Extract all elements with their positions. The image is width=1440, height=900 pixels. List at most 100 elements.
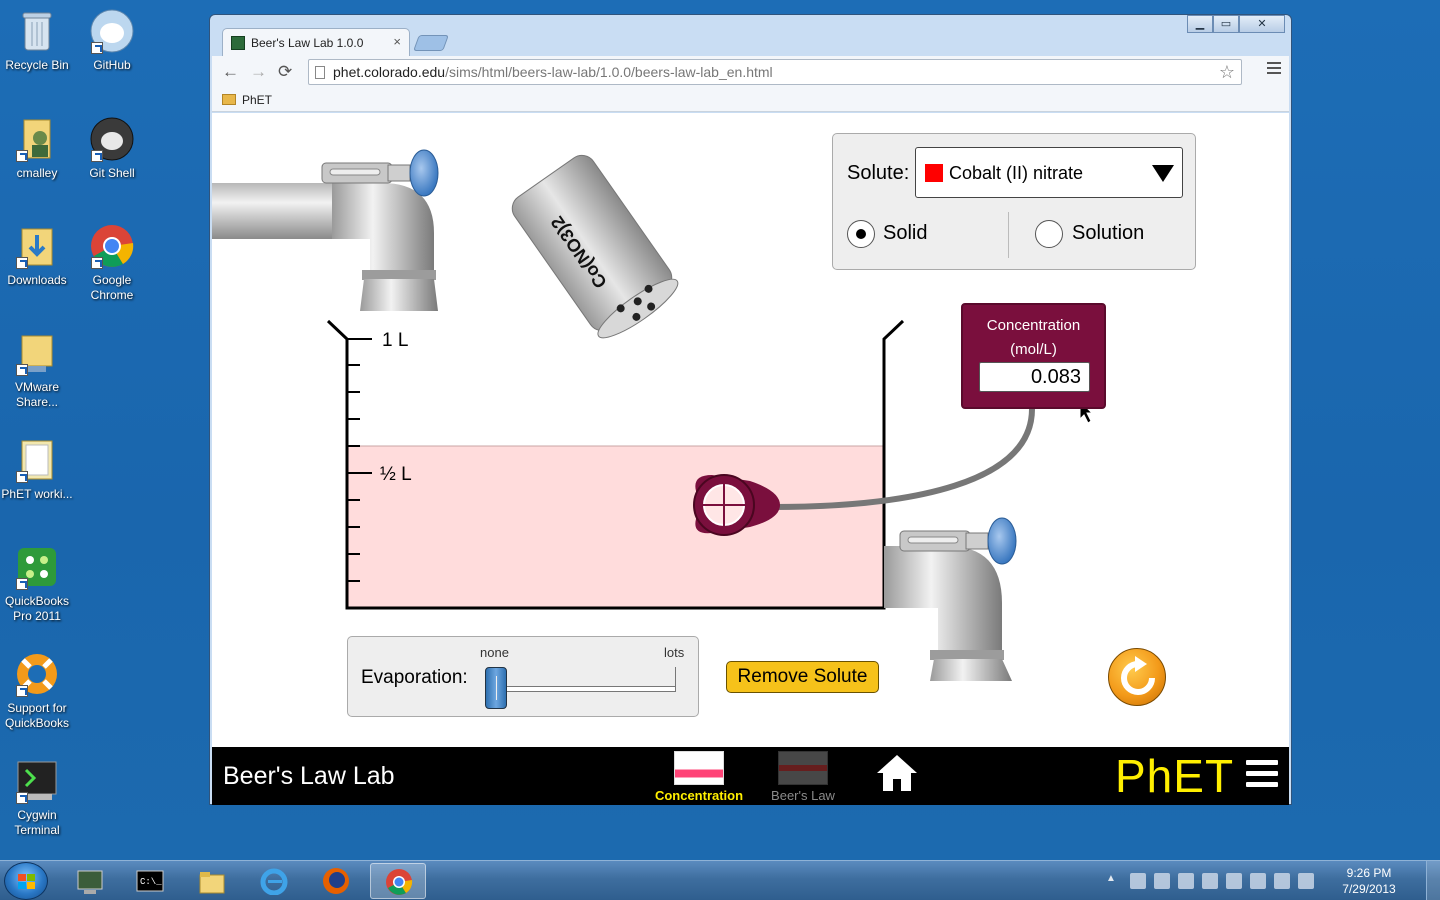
tray-app-icon[interactable] [1154,873,1170,889]
monitor-app-icon [77,870,103,894]
solute-selected-value: Cobalt (II) nitrate [949,163,1084,183]
evaporation-min-label: none [480,645,509,660]
evaporation-slider-thumb[interactable] [485,667,507,709]
tray-app-icon[interactable] [1178,873,1194,889]
close-window-button[interactable]: ✕ [1239,15,1285,33]
minimize-button[interactable]: ▁ [1187,15,1213,33]
cygwin-terminal-shortcut[interactable]: Cygwin Terminal [0,758,74,838]
bookmark-star-icon[interactable]: ☆ [1219,60,1235,84]
volume-icon[interactable] [1298,873,1314,889]
folder-icon [14,437,60,483]
command-prompt-icon: C:\_ [136,870,164,892]
solid-radio[interactable] [847,220,875,248]
beaker-label-half-l: ½ L [380,464,412,485]
solution-radio-label[interactable]: Solution [1072,222,1144,245]
remove-solute-button[interactable]: Remove Solute [726,661,879,693]
meter-title: Concentration (mol/L) [963,314,1104,362]
tab-beers-law-lab[interactable]: Beer's Law Lab 1.0.0 × [222,28,410,56]
tab-title: Beer's Law Lab 1.0.0 [251,36,364,50]
network-folder-icon [14,330,60,376]
evaporation-slider-track[interactable] [494,686,676,692]
meter-value: 0.083 [979,362,1090,392]
solution-radio[interactable] [1035,220,1063,248]
clock[interactable]: 9:26 PM 7/29/2013 [1324,865,1414,897]
shortcut-arrow-icon [16,578,28,590]
tray-app-icon[interactable] [1250,873,1266,889]
url-path: /sims/html/beers-law-lab/1.0.0/beers-law… [445,64,773,80]
solid-radio-label[interactable]: Solid [883,222,927,245]
cmalley-shortcut[interactable]: cmalley [0,116,74,181]
bookmark-phet[interactable]: PhET [242,93,272,107]
vmware-share-shortcut[interactable]: VMware Share... [0,330,74,410]
action-center-flag-icon[interactable] [1226,873,1242,889]
screen-beers-law-button[interactable]: Beer's Law [758,751,848,803]
taskbar-cmd-button[interactable]: C:\_ [122,863,178,899]
back-button[interactable]: ← [222,62,239,82]
taskbar-ie-button[interactable] [246,863,302,899]
reset-all-button[interactable] [1108,648,1166,706]
shortcut-arrow-icon [16,257,28,269]
taskbar-vm-button[interactable] [62,863,118,899]
phet-logo: PhET [1115,750,1235,802]
url-host: phet.colorado.edu [333,64,446,80]
support-quickbooks-shortcut[interactable]: Support for QuickBooks [0,651,74,731]
screen-concentration-button[interactable]: Concentration [654,751,744,803]
shortcut-arrow-icon [16,364,28,376]
github-icon [89,8,135,54]
browser-window: ▁ ▭ ✕ Beer's Law Lab 1.0.0 × ← → ⟳ phet.… [209,14,1292,805]
reload-button[interactable]: ⟳ [278,62,292,82]
taskbar-explorer-button[interactable] [184,863,240,899]
show-desktop-button[interactable] [1426,861,1440,900]
taskbar-firefox-button[interactable] [308,863,364,899]
tray-app-icon[interactable] [1202,873,1218,889]
concentration-thumbnail-icon [674,751,724,785]
desktop-icon-label: Cygwin Terminal [14,808,60,837]
shortcut-arrow-icon [91,150,103,162]
phet-working-shortcut[interactable]: PhET worki... [0,437,74,502]
solute-combo-box[interactable]: Cobalt (II) nitrate [915,147,1183,198]
shortcut-arrow-icon [16,685,28,697]
file-explorer-icon [199,872,225,894]
solute-shaker[interactable]: Co(NO3)2 [507,150,684,346]
shortcut-arrow-icon [16,792,28,804]
network-icon[interactable] [1274,873,1290,889]
address-bar[interactable]: phet.colorado.edu/sims/html/beers-law-la… [308,59,1242,85]
taskbar-chrome-button[interactable] [370,863,426,899]
recycle-bin-shortcut[interactable]: Recycle Bin [0,8,74,73]
start-button[interactable] [4,862,48,900]
phet-menu-button[interactable] [1246,760,1278,790]
new-tab-button[interactable] [413,35,449,51]
beers-law-thumbnail-icon [778,751,828,785]
tray-app-icon[interactable] [1130,873,1146,889]
desktop-icon-label: PhET worki... [1,487,73,501]
tab-close-button[interactable]: × [393,34,401,49]
clock-date: 7/29/2013 [1342,882,1396,896]
google-chrome-shortcut[interactable]: Google Chrome [75,223,149,303]
drain-faucet[interactable] [884,517,1017,681]
taskbar: C:\_ ▲ 9:26 PM 7/29/2013 [0,860,1440,900]
panel-divider [1008,212,1009,258]
reset-icon [1121,656,1155,695]
downloads-shortcut[interactable]: Downloads [0,223,74,288]
solvent-faucet[interactable] [212,149,439,311]
user-folder-icon [14,116,60,162]
forward-button[interactable]: → [250,62,267,82]
concentration-meter[interactable]: Concentration (mol/L) 0.083 [961,303,1106,409]
evaporation-max-label: lots [664,645,685,660]
home-button[interactable] [874,751,920,795]
shortcut-arrow-icon [91,257,103,269]
github-shortcut[interactable]: GitHub [75,8,149,73]
chrome-menu-button[interactable] [1267,62,1281,76]
maximize-button[interactable]: ▭ [1213,15,1239,33]
desktop-icon-label: Recycle Bin [5,58,69,72]
chrome-icon [386,869,413,895]
desktop-icon-label: Git Shell [89,166,135,180]
shortcut-arrow-icon [16,150,28,162]
desktop-icon-label: QuickBooks Pro 2011 [4,594,70,623]
shortcut-arrow-icon [91,42,103,54]
desktop-icon-label: VMware Share... [14,380,59,409]
tray-expand-icon[interactable]: ▲ [1106,873,1122,889]
dropdown-arrow-icon[interactable] [1152,165,1174,182]
git-shell-shortcut[interactable]: Git Shell [75,116,149,181]
quickbooks-shortcut[interactable]: QuickBooks Pro 2011 [0,544,74,624]
